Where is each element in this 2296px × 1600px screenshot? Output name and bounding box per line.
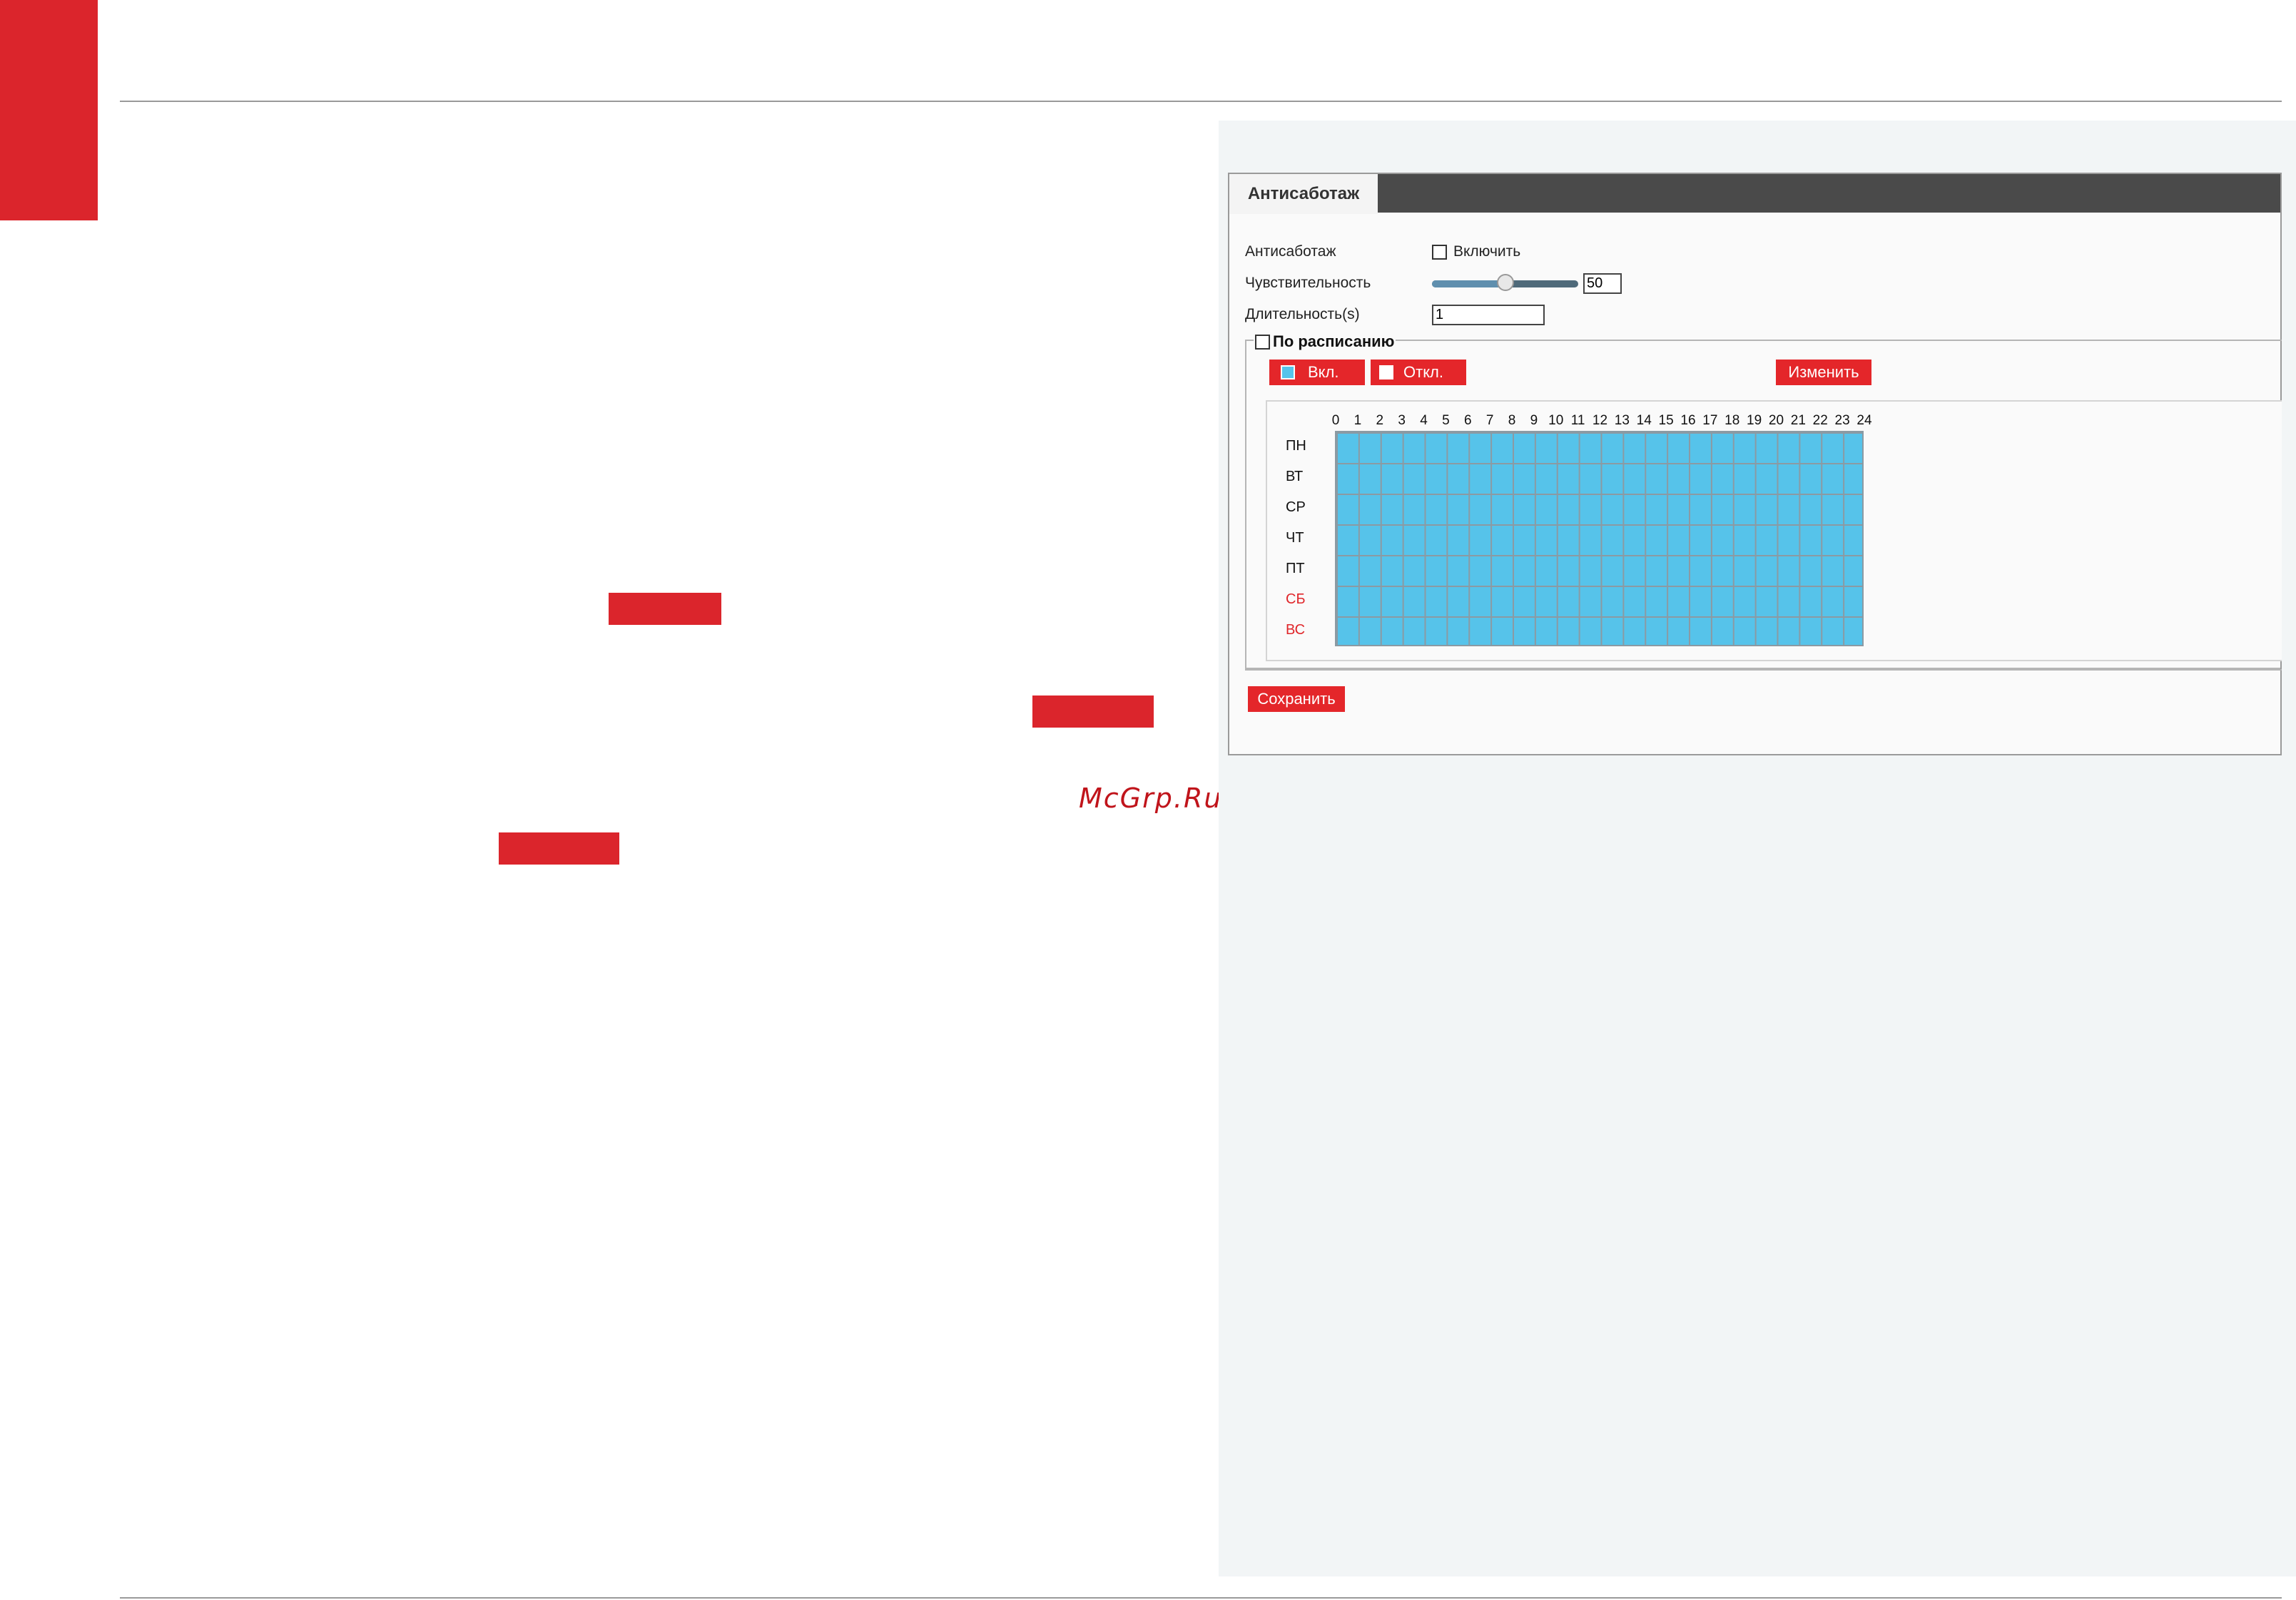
hour-label: 19 xyxy=(1747,413,1762,428)
schedule-label: По расписанию xyxy=(1273,332,1395,350)
hour-label: 0 xyxy=(1331,413,1340,428)
hour-label: 6 xyxy=(1463,413,1472,428)
enable-checkbox[interactable] xyxy=(1432,245,1447,260)
watermark-text: McGrp.Ru xyxy=(1079,783,1223,814)
enable-label: Включить xyxy=(1453,243,1521,260)
on-color-swatch xyxy=(1281,365,1295,379)
duration-input[interactable] xyxy=(1432,305,1545,325)
hour-label: 14 xyxy=(1636,413,1652,428)
schedule-legend: По расписанию xyxy=(1254,332,1396,351)
on-button-label: Вкл. xyxy=(1308,363,1339,381)
bottom-divider xyxy=(120,1597,2282,1599)
hour-label: 1 xyxy=(1353,413,1362,428)
hour-label: 12 xyxy=(1592,413,1608,428)
top-divider xyxy=(120,101,2282,102)
schedule-off-button[interactable]: Откл. xyxy=(1371,360,1466,385)
day-label: СБ xyxy=(1286,591,1306,607)
duration-label: Длительность(s) xyxy=(1245,306,1360,322)
hour-label: 21 xyxy=(1790,413,1806,428)
day-label: ВТ xyxy=(1286,469,1304,484)
sensitivity-slider-fill xyxy=(1432,280,1505,287)
day-label: СР xyxy=(1286,499,1306,515)
tab-antisabotage[interactable]: Антисаботаж xyxy=(1229,174,1378,214)
redacted-marker xyxy=(499,832,619,865)
antisabotage-settings-window: Антисаботаж Антисаботаж Включить Чувстви… xyxy=(1228,173,2282,755)
hour-label: 4 xyxy=(1420,413,1428,428)
schedule-bottom-divider xyxy=(1245,668,2280,669)
hour-label: 10 xyxy=(1548,413,1564,428)
hour-label: 22 xyxy=(1812,413,1828,428)
hour-label: 8 xyxy=(1508,413,1516,428)
hour-label: 3 xyxy=(1398,413,1406,428)
hour-label: 20 xyxy=(1768,413,1784,428)
hour-label: 7 xyxy=(1485,413,1494,428)
schedule-on-button[interactable]: Вкл. xyxy=(1269,360,1365,385)
day-label: ЧТ xyxy=(1286,530,1304,546)
hour-label: 23 xyxy=(1834,413,1850,428)
sensitivity-slider-handle[interactable] xyxy=(1496,274,1514,291)
antisabotage-label: Антисаботаж xyxy=(1245,243,1336,260)
schedule-checkbox[interactable] xyxy=(1255,334,1270,350)
hour-label: 13 xyxy=(1614,413,1630,428)
change-button[interactable]: Изменить xyxy=(1776,360,1871,385)
sensitivity-input[interactable] xyxy=(1583,273,1622,294)
sensitivity-label: Чувствительность xyxy=(1245,275,1371,291)
hour-label: 11 xyxy=(1570,413,1585,428)
save-button[interactable]: Сохранить xyxy=(1248,686,1345,712)
redacted-marker xyxy=(609,593,721,625)
hour-label: 2 xyxy=(1376,413,1384,428)
redacted-marker xyxy=(1032,695,1154,728)
hour-label: 18 xyxy=(1724,413,1740,428)
day-label: ВС xyxy=(1286,622,1306,638)
hour-label: 5 xyxy=(1442,413,1450,428)
tab-bar xyxy=(1229,174,2280,213)
off-color-swatch xyxy=(1379,365,1393,379)
hour-label: 24 xyxy=(1856,413,1872,428)
hour-label: 16 xyxy=(1680,413,1696,428)
off-button-label: Откл. xyxy=(1403,363,1444,381)
day-label: ПН xyxy=(1286,438,1306,454)
schedule-grid[interactable] xyxy=(1335,431,1864,646)
hour-label: 17 xyxy=(1702,413,1718,428)
corner-brand-block xyxy=(0,0,98,220)
hour-label: 9 xyxy=(1530,413,1538,428)
day-label: ПТ xyxy=(1286,561,1305,576)
hour-label: 15 xyxy=(1658,413,1674,428)
